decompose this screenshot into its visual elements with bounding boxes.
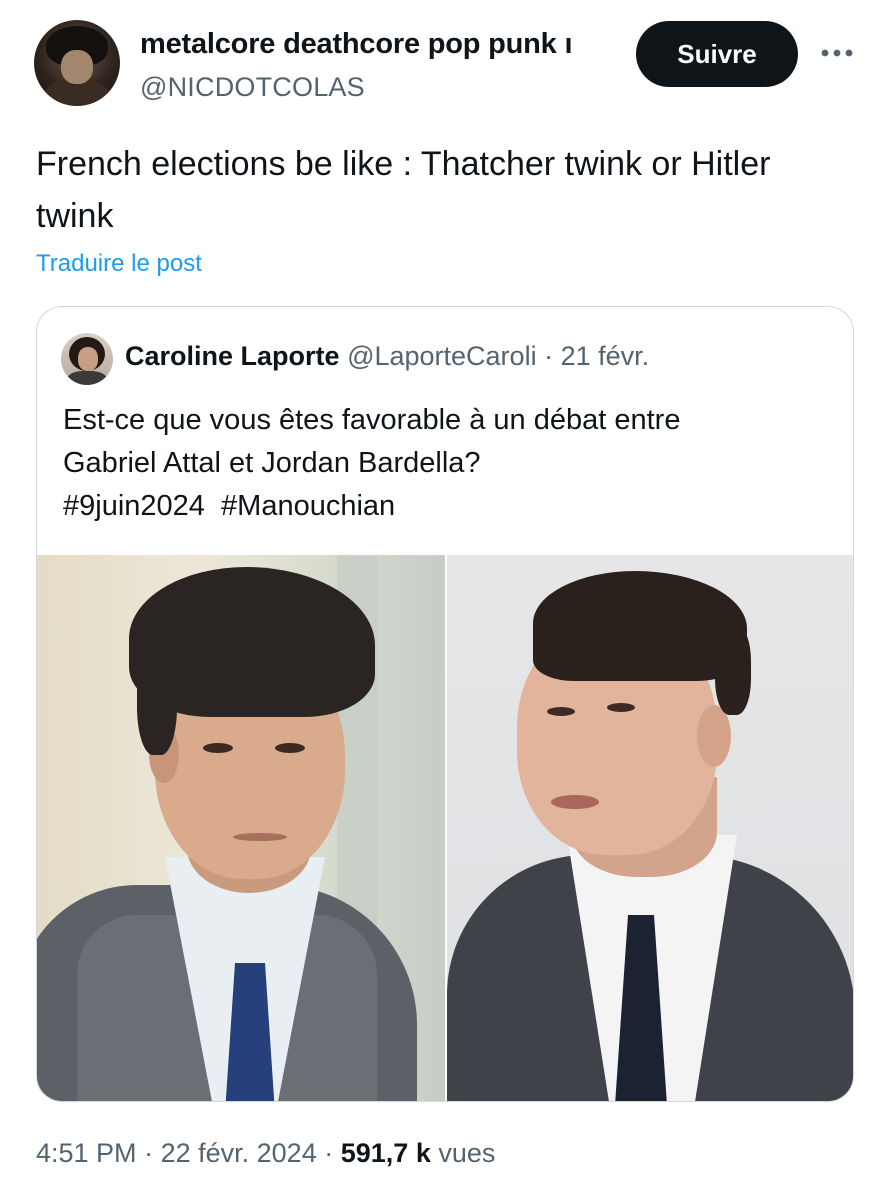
media-photo-right[interactable] [447,555,853,1101]
tweet-text: French elections be like : Thatcher twin… [36,145,771,235]
views-count[interactable]: 591,7 k [341,1138,431,1168]
follow-button[interactable]: Suivre [636,21,798,87]
views-label: vues [438,1138,496,1168]
more-horizontal-icon [821,49,853,57]
footer-separator: · [144,1138,154,1168]
hashtag-link[interactable]: #9juin2024 [63,490,205,522]
tweet-footer: 4:51 PM · 22 févr. 2024 · 591,7 k vues [36,1138,495,1169]
quoted-author-handle[interactable]: @LaporteCaroli [347,341,537,371]
quoted-text-line: Gabriel Attal et Jordan Bardella? [63,447,481,479]
media-photo-left[interactable] [37,555,445,1101]
quoted-tweet-media[interactable] [37,555,853,1101]
author-avatar[interactable] [34,20,120,106]
quoted-author-avatar[interactable] [61,333,113,385]
translate-post-link[interactable]: Traduire le post [36,250,202,278]
quoted-author-name[interactable]: Caroline Laporte [125,341,340,371]
author-handle[interactable]: @NICDOTCOLAS [140,72,365,103]
more-options-button[interactable] [812,30,862,76]
tweet-date[interactable]: 22 févr. 2024 [161,1138,317,1168]
quoted-tweet-text: Est-ce que vous êtes favorable à un déba… [63,399,833,528]
meta-separator: · [544,341,554,371]
quoted-tweet-meta: Caroline Laporte @LaporteCaroli · 21 fév… [125,341,649,372]
tweet-page: metalcore deathcore pop punk ı @NICDOTCO… [0,0,888,1200]
author-display-name[interactable]: metalcore deathcore pop punk ı [140,28,630,61]
quoted-tweet-card[interactable]: Caroline Laporte @LaporteCaroli · 21 fév… [36,306,854,1102]
tweet-time[interactable]: 4:51 PM [36,1138,137,1168]
quoted-text-line: Est-ce que vous êtes favorable à un déba… [63,404,681,436]
footer-separator: · [324,1138,334,1168]
hashtag-link[interactable]: #Manouchian [221,490,395,522]
quoted-tweet-date[interactable]: 21 févr. [561,341,650,371]
